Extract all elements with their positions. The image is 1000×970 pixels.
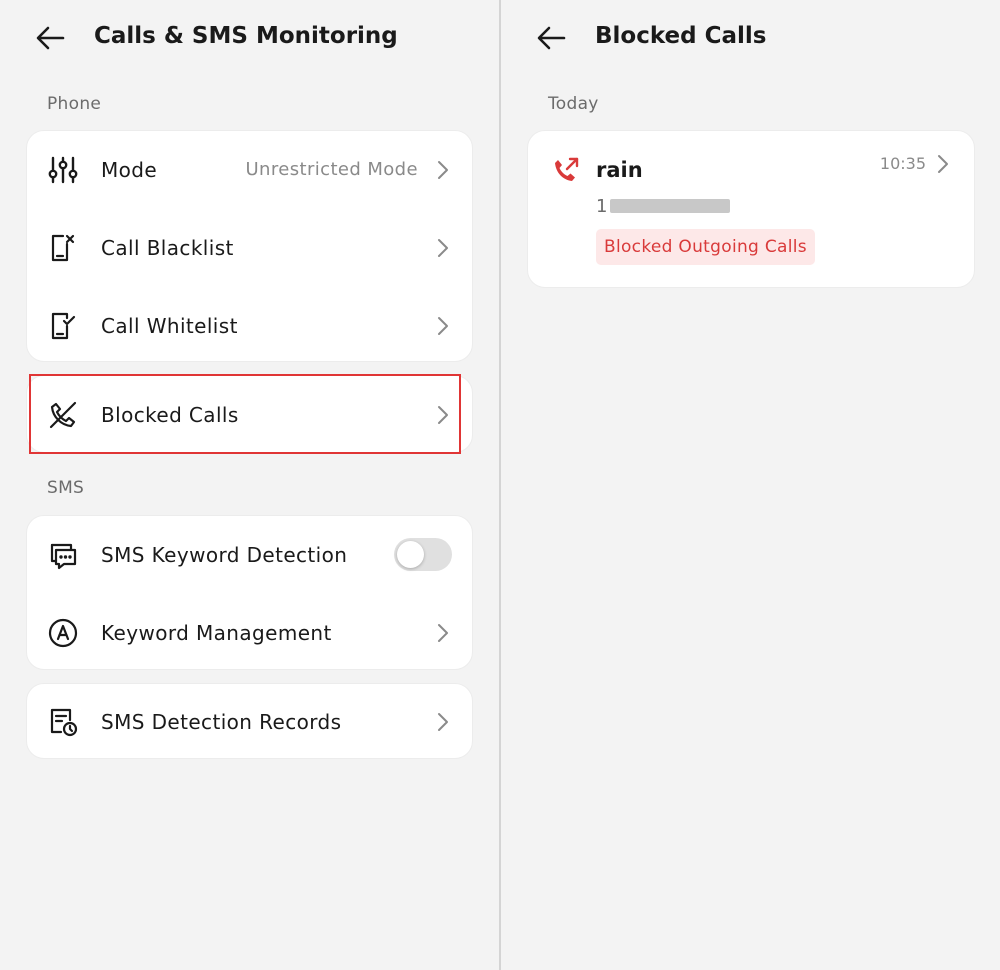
section-label-sms: SMS [47, 478, 85, 498]
back-arrow-icon [36, 26, 65, 50]
sliders-icon [47, 154, 79, 186]
sms-keyword-detection-row: SMS Keyword Detection [27, 516, 472, 594]
header: Calls & SMS Monitoring [0, 0, 499, 72]
chevron-right-icon [438, 239, 448, 257]
sms-keyword-detection-toggle[interactable] [394, 538, 452, 571]
caller-number: 1 [596, 196, 608, 217]
message-icon [47, 539, 79, 571]
blocked-calls-card: Blocked Calls [26, 375, 473, 453]
chevron-right-icon [438, 161, 448, 179]
call-status-tag: Blocked Outgoing Calls [596, 229, 815, 265]
sms-detection-records-row[interactable]: SMS Detection Records [27, 684, 472, 760]
redacted-number [610, 199, 730, 213]
toggle-knob [397, 541, 424, 568]
caller-name: rain [596, 158, 643, 182]
back-button[interactable] [32, 20, 68, 56]
call-blacklist-label: Call Blacklist [101, 236, 234, 260]
chevron-right-icon [438, 406, 448, 424]
keyword-management-row[interactable]: Keyword Management [27, 594, 472, 672]
back-button[interactable] [533, 20, 569, 56]
mode-label: Mode [101, 158, 158, 182]
back-arrow-icon [537, 26, 566, 50]
sms-detection-records-label: SMS Detection Records [101, 710, 342, 734]
call-whitelist-label: Call Whitelist [101, 314, 238, 338]
chevron-right-icon [438, 624, 448, 642]
date-group-label: Today [548, 94, 599, 114]
chevron-right-icon [438, 713, 448, 731]
sms-records-card: SMS Detection Records [26, 683, 473, 759]
header: Blocked Calls [501, 0, 1000, 72]
keyword-a-icon [47, 617, 79, 649]
records-clock-icon [47, 706, 79, 738]
blocked-calls-label: Blocked Calls [101, 403, 239, 427]
page-title: Calls & SMS Monitoring [94, 23, 398, 49]
keyword-management-label: Keyword Management [101, 621, 332, 645]
blacklist-phone-icon [47, 232, 79, 264]
chevron-right-icon [938, 155, 948, 173]
mode-row[interactable]: Mode Unrestricted Mode [27, 131, 472, 209]
calls-sms-monitoring-pane: Calls & SMS Monitoring Phone Mode Unrest… [0, 0, 499, 970]
chevron-right-icon [438, 317, 448, 335]
phone-settings-card: Mode Unrestricted Mode Call Blacklist Ca… [26, 130, 473, 362]
phone-blocked-icon [47, 399, 79, 431]
call-time: 10:35 [879, 154, 926, 173]
blocked-call-item[interactable]: rain 10:35 1 Blocked Outgoing Calls [527, 130, 975, 288]
sms-keyword-detection-label: SMS Keyword Detection [101, 543, 348, 567]
blocked-calls-pane: Blocked Calls Today rain 10:35 1 Blocked… [501, 0, 1000, 970]
page-title: Blocked Calls [595, 23, 767, 49]
whitelist-phone-icon [47, 310, 79, 342]
sms-settings-card: SMS Keyword Detection Keyword Management [26, 515, 473, 670]
blocked-calls-row[interactable]: Blocked Calls [27, 376, 472, 454]
outgoing-call-icon [555, 157, 579, 181]
call-blacklist-row[interactable]: Call Blacklist [27, 209, 472, 287]
mode-value: Unrestricted Mode [245, 159, 418, 180]
call-whitelist-row[interactable]: Call Whitelist [27, 287, 472, 365]
section-label-phone: Phone [47, 94, 102, 114]
